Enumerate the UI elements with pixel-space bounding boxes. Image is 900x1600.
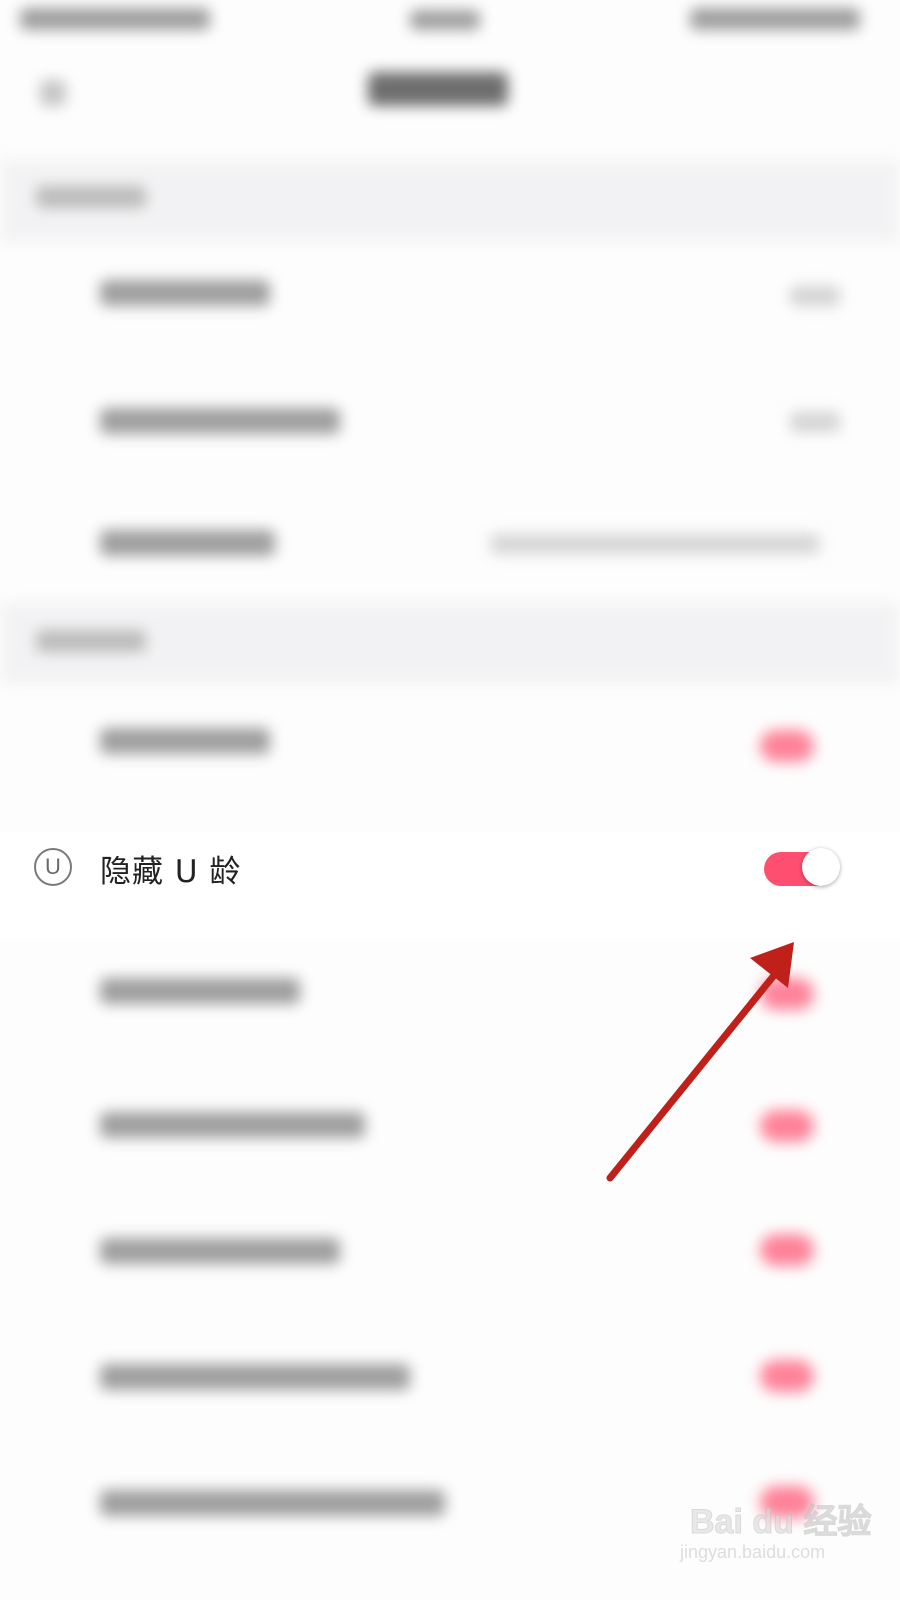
row-7-toggle[interactable] — [760, 1110, 814, 1142]
row-7-label — [100, 1112, 365, 1138]
watermark-url: jingyan.baidu.com — [680, 1542, 826, 1562]
page-title — [368, 72, 508, 106]
status-bar-right — [690, 8, 860, 30]
section-header-2-label — [36, 630, 146, 652]
row-8-toggle[interactable] — [760, 1234, 814, 1266]
row-4-toggle[interactable] — [760, 730, 814, 762]
row-3-value — [490, 534, 820, 554]
row-10-label — [100, 1490, 445, 1516]
status-bar-center — [410, 10, 480, 30]
row-4-label — [100, 728, 270, 754]
row-6-toggle[interactable] — [760, 978, 814, 1010]
row-1-value — [790, 286, 840, 306]
hide-u-age-label: 隐藏 U 龄 — [100, 854, 242, 890]
row-9-label — [100, 1364, 410, 1390]
row-2-label — [100, 408, 340, 434]
watermark-logo: Bai du 经验 — [689, 1503, 872, 1542]
row-3-label — [100, 530, 275, 556]
row-9-toggle[interactable] — [760, 1360, 814, 1392]
row-1-label — [100, 280, 270, 306]
row-6-label — [100, 978, 300, 1004]
toggle-knob[interactable] — [802, 848, 840, 886]
settings-screen: U 隐藏 U 龄 Bai du 经验 jingyan.baidu.com — [0, 0, 900, 1600]
u-circle-icon: U — [34, 848, 72, 886]
back-icon[interactable] — [40, 80, 66, 106]
blurred-background — [0, 0, 900, 1600]
row-8-label — [100, 1238, 340, 1264]
status-bar-left — [20, 8, 210, 30]
section-header-1-label — [36, 186, 146, 208]
row-2-value — [790, 412, 840, 432]
watermark: Bai du 经验 jingyan.baidu.com — [680, 1480, 880, 1580]
